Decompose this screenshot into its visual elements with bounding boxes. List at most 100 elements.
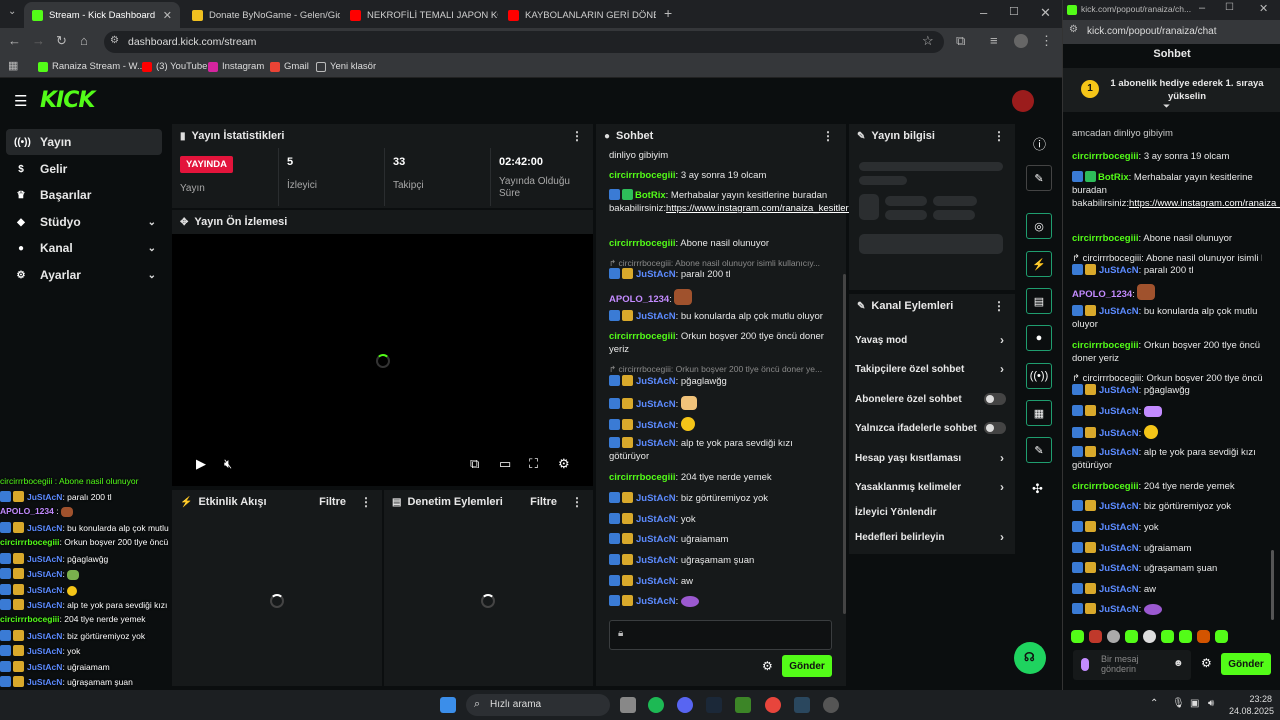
media-icon[interactable]: ≡: [990, 33, 998, 48]
chat-scrollbar[interactable]: [843, 274, 846, 614]
task-view-icon[interactable]: [620, 697, 636, 713]
address-bar[interactable]: dashboard.kick.com/stream: [104, 31, 944, 53]
tab-donate[interactable]: Donate ByNoGame - Gelen/Gid✕: [184, 2, 340, 28]
close-icon[interactable]: ✕: [157, 9, 172, 22]
action-host[interactable]: İzleyici Yönlendir: [848, 500, 1008, 524]
menu-dots-icon[interactable]: ⋮: [1040, 33, 1053, 49]
sidebar-item-gelir[interactable]: $ Gelir: [6, 156, 162, 182]
profile-avatar[interactable]: [1014, 34, 1028, 48]
collapse-icon[interactable]: ⏷: [1163, 101, 1170, 112]
bookmark-gmail[interactable]: Gmail: [270, 61, 309, 72]
sidebar-item-basarilar[interactable]: ♛ Başarılar: [6, 182, 162, 208]
more-icon[interactable]: ⋮: [571, 129, 583, 143]
more-icon[interactable]: ⋮: [360, 495, 372, 509]
emote-icon[interactable]: [1107, 630, 1120, 643]
microphone-icon[interactable]: [1081, 658, 1089, 671]
emote-icon[interactable]: [1143, 630, 1156, 643]
close-window-icon[interactable]: ✕: [1040, 5, 1051, 21]
action-account-age[interactable]: Hesap yaşı kısıtlaması ›: [848, 446, 1008, 470]
kick-logo[interactable]: KICK: [40, 88, 95, 113]
maximize-icon[interactable]: ☐: [1225, 2, 1234, 13]
document-icon[interactable]: ▤: [1026, 288, 1052, 314]
microphone-icon[interactable]: 🎙︎: [1172, 698, 1185, 709]
tab-youtube-1[interactable]: NEKROFİLİ TEMALI JAPON KOR✕: [342, 2, 498, 28]
target-icon[interactable]: ◎: [1026, 213, 1052, 239]
gift-leaderboard[interactable]: 1 1 abonelik hediye ederek 1. sıraya yük…: [1063, 68, 1280, 112]
send-button[interactable]: Gönder: [782, 655, 832, 677]
sidebar-item-yayin[interactable]: ((•)) Yayın: [6, 129, 162, 155]
tray-chevron-icon[interactable]: ⌃: [1150, 698, 1158, 709]
network-icon[interactable]: ▣: [1190, 698, 1199, 709]
instagram-link[interactable]: https://www.instagram.com/ranaiza_kesitl…: [666, 203, 853, 214]
action-slow-mode[interactable]: Yavaş mod ›: [848, 328, 1008, 352]
steam-icon[interactable]: [706, 697, 722, 713]
action-followers-only[interactable]: Takipçilere özel sohbet ›: [848, 357, 1008, 381]
reload-icon[interactable]: ↻: [56, 33, 67, 49]
close-window-icon[interactable]: ✕: [1259, 2, 1268, 15]
action-banned-words[interactable]: Yasaklanmış kelimeler ›: [848, 475, 1008, 499]
play-icon[interactable]: ▶: [196, 456, 206, 472]
bolt-icon[interactable]: ⚡: [1026, 251, 1052, 277]
bookmark-star-icon[interactable]: ☆: [922, 33, 934, 49]
support-chat-button[interactable]: ☊: [1014, 642, 1046, 674]
sidebar-item-studyo[interactable]: ◆ Stüdyo ⌄: [6, 209, 162, 235]
chat-settings-icon[interactable]: ⚙: [1201, 656, 1212, 670]
popout-address-bar[interactable]: ⚙ kick.com/popout/ranaiza/chat: [1063, 20, 1280, 44]
wrench-icon[interactable]: ✎: [1026, 437, 1052, 463]
settings-icon[interactable]: ⚙: [558, 456, 570, 472]
apps-icon[interactable]: ✣: [1032, 481, 1043, 497]
instagram-link[interactable]: https://www.instagram.com/ranaiza_kesitl…: [1129, 198, 1280, 209]
emotes-only-toggle[interactable]: [984, 422, 1006, 434]
extensions-icon[interactable]: ⧉: [956, 33, 965, 49]
forward-icon[interactable]: →: [32, 33, 45, 48]
apps-grid-icon[interactable]: ▦: [8, 59, 18, 72]
chat-settings-icon[interactable]: ⚙: [762, 659, 773, 673]
fullscreen-icon[interactable]: ⛶: [529, 456, 538, 472]
more-icon[interactable]: ⋮: [993, 129, 1005, 143]
popout-message-input[interactable]: Bir mesaj gönderin ☻: [1073, 650, 1191, 680]
broadcast-icon[interactable]: ((•)): [1026, 363, 1052, 389]
discord-icon[interactable]: [677, 697, 693, 713]
more-icon[interactable]: ⋮: [993, 299, 1005, 313]
pip-icon[interactable]: ⧉: [470, 456, 479, 472]
moderation-icon[interactable]: ▦: [1026, 400, 1052, 426]
spotify-icon[interactable]: [648, 697, 664, 713]
bookmark-folder[interactable]: Yeni klasör: [316, 61, 376, 72]
emote-icon[interactable]: [1197, 630, 1210, 643]
emote-icon[interactable]: [1071, 630, 1084, 643]
filter-button[interactable]: Filtre: [530, 496, 557, 508]
emote-icon[interactable]: [1089, 630, 1102, 643]
tab-kick-dashboard[interactable]: Stream - Kick Dashboard ✕: [24, 2, 180, 28]
popout-send-button[interactable]: Gönder: [1221, 653, 1271, 675]
emote-icon[interactable]: [1125, 630, 1138, 643]
info-icon[interactable]: ⓘ: [1033, 134, 1046, 153]
windows-start-icon[interactable]: [440, 697, 456, 713]
subscribers-only-toggle[interactable]: [984, 393, 1006, 405]
minimize-icon[interactable]: –: [1199, 2, 1205, 14]
bookmark-instagram[interactable]: Instagram: [208, 61, 264, 72]
chrome-icon[interactable]: [765, 697, 781, 713]
obs-icon[interactable]: [823, 697, 839, 713]
chat-icon[interactable]: ●: [1026, 325, 1052, 351]
bookmark-ranaiza[interactable]: Ranaiza Stream - W...: [38, 61, 145, 72]
new-tab-icon[interactable]: +: [664, 5, 672, 21]
emote-icon[interactable]: [1215, 630, 1228, 643]
minimize-icon[interactable]: –: [980, 5, 987, 20]
volume-icon[interactable]: 🔊︎: [1208, 698, 1214, 709]
minecraft-icon[interactable]: [735, 697, 751, 713]
theater-icon[interactable]: ▭: [499, 456, 511, 472]
action-goals[interactable]: Hedefleri belirleyin ›: [848, 525, 1008, 549]
mute-icon[interactable]: 🔇︎: [224, 456, 232, 472]
more-icon[interactable]: ⋮: [822, 129, 834, 143]
emote-icon[interactable]: [1161, 630, 1174, 643]
tab-search-icon[interactable]: ⌄: [8, 6, 16, 17]
hamburger-menu-icon[interactable]: ☰: [14, 92, 27, 110]
more-icon[interactable]: ⋮: [571, 495, 583, 509]
taskbar-search[interactable]: ⌕ Hızlı arama: [466, 694, 610, 716]
bookmark-youtube[interactable]: (3) YouTube: [142, 61, 207, 72]
home-icon[interactable]: ⌂: [80, 33, 88, 48]
sidebar-item-ayarlar[interactable]: ⚙ Ayarlar ⌄: [6, 262, 162, 288]
back-icon[interactable]: ←: [8, 33, 21, 48]
site-info-icon[interactable]: ⚙: [110, 35, 119, 46]
chat-input[interactable]: 🔒︎: [609, 620, 832, 650]
